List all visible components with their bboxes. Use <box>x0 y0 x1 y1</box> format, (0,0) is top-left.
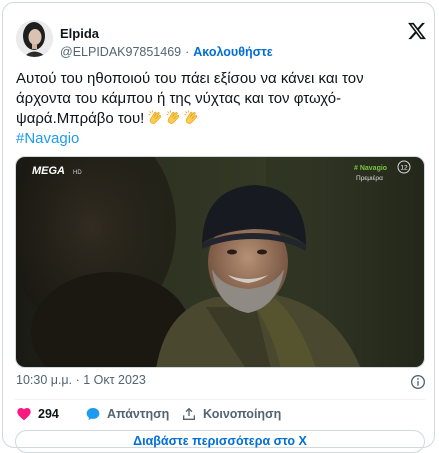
info-icon[interactable] <box>410 374 426 390</box>
age-rating: 12 <box>400 165 408 172</box>
media-image[interactable]: MEGA HD # Navagio Πρεμιέρα 12 <box>15 156 425 368</box>
like-button[interactable]: 294 <box>16 405 59 423</box>
hashtag-link[interactable]: #Navagio <box>16 129 426 149</box>
user-handle[interactable]: @ELPIDAK97851469 <box>60 45 181 59</box>
like-count: 294 <box>38 407 59 421</box>
show-caption: Πρεμιέρα <box>356 174 383 182</box>
read-more-button[interactable]: Διαβάστε περισσότερα στο X <box>15 430 425 453</box>
channel-logo: MEGA <box>32 165 65 177</box>
tweet-header: Elpida @ELPIDAK97851469 · Ακολουθήστε <box>3 3 434 63</box>
tweet-text-line-3: ψαρά.Μπράβο του! <box>16 110 145 127</box>
share-label: Κοινοποίηση <box>203 407 282 421</box>
separator-dot: · <box>185 45 190 59</box>
show-tag: # Navagio <box>354 165 387 172</box>
clapping-hands-icon <box>148 110 162 124</box>
reply-bubble-icon <box>86 408 100 420</box>
timestamp-row: 10:30 μ.μ. · 1 Οκτ 2023 <box>16 373 426 393</box>
reply-button[interactable]: Απάντηση <box>85 405 169 423</box>
channel-hd-label: HD <box>73 170 82 176</box>
share-icon <box>183 407 195 420</box>
share-button[interactable]: Κοινοποίηση <box>181 405 281 423</box>
action-bar: 294 Απάντηση Κοινοποίηση <box>16 405 426 425</box>
follow-link[interactable]: Ακολουθήστε <box>193 45 272 59</box>
video-still: MEGA HD # Navagio Πρεμιέρα 12 <box>16 157 424 367</box>
heart-icon <box>17 408 31 421</box>
clapping-hands-icon <box>184 110 198 124</box>
emoji-group <box>147 109 200 126</box>
reply-label: Απάντηση <box>107 407 170 421</box>
tweet-card: Elpida @ELPIDAK97851469 · Ακολουθήστε Αυτο… <box>2 2 435 453</box>
avatar[interactable] <box>16 20 53 57</box>
tweet-text-line-2: άρχοντα του κάμπου ή της νύχτας και τον … <box>16 90 342 107</box>
avatar-image <box>16 20 53 57</box>
tweet-text: Αυτού του ηθοποιού του πάει εξίσου να κά… <box>16 69 426 149</box>
handle-line: @ELPIDAK97851469 · Ακολουθήστε <box>60 45 273 59</box>
clapping-hands-icon <box>166 110 180 124</box>
tweet-text-line-1: Αυτού του ηθοποιού του πάει εξίσου να κά… <box>16 70 364 87</box>
tweet-timestamp[interactable]: 10:30 μ.μ. · 1 Οκτ 2023 <box>16 373 146 387</box>
divider <box>15 399 425 400</box>
user-name[interactable]: Elpida <box>60 26 99 41</box>
tweet-text-line-3-wrapper: ψαρά.Μπράβο του! <box>16 109 426 129</box>
x-logo-icon[interactable] <box>407 21 427 41</box>
